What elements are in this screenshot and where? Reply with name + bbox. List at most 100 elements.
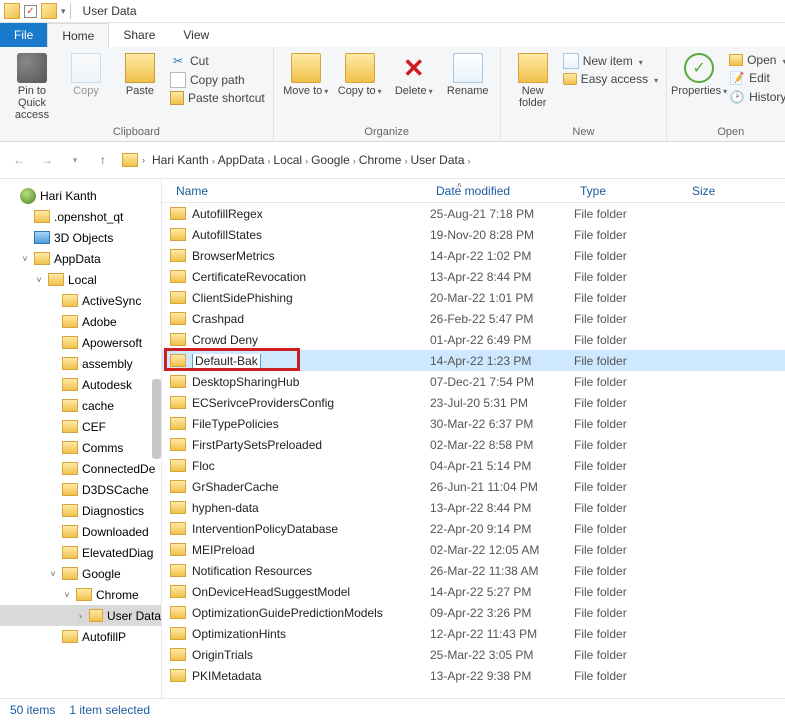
- tree-node[interactable]: ElevatedDiag: [0, 542, 161, 563]
- rename-button[interactable]: Rename: [444, 53, 492, 97]
- file-row[interactable]: AutofillStates19-Nov-20 8:28 PMFile fold…: [162, 224, 785, 245]
- tree-node[interactable]: ˅Local: [0, 269, 161, 290]
- tab-file[interactable]: File: [0, 23, 47, 47]
- move-to-button[interactable]: Move to: [282, 53, 330, 97]
- tree-node[interactable]: Autodesk: [0, 374, 161, 395]
- chevron-down-icon[interactable]: ˅: [34, 275, 44, 285]
- file-row[interactable]: ClientSidePhishing20-Mar-22 1:01 PMFile …: [162, 287, 785, 308]
- properties-button[interactable]: ✓ Properties: [675, 53, 723, 97]
- qat-folder-icon[interactable]: [41, 3, 57, 19]
- tree-node[interactable]: 3D Objects: [0, 227, 161, 248]
- file-name: MEIPreload: [192, 543, 430, 557]
- tree-scrollbar[interactable]: [152, 379, 161, 459]
- file-row[interactable]: AutofillRegex25-Aug-21 7:18 PMFile folde…: [162, 203, 785, 224]
- chevron-right-icon[interactable]: ›: [76, 611, 85, 621]
- tree-node[interactable]: CEF: [0, 416, 161, 437]
- file-row[interactable]: FileTypePolicies30-Mar-22 6:37 PMFile fo…: [162, 413, 785, 434]
- tree-node[interactable]: ˅AppData: [0, 248, 161, 269]
- col-name[interactable]: Name: [170, 184, 430, 198]
- file-row[interactable]: MEIPreload02-Mar-22 12:05 AMFile folder: [162, 539, 785, 560]
- easy-access-button[interactable]: Easy access: [563, 72, 658, 86]
- pin-quick-access-button[interactable]: Pin to Quick access: [8, 53, 56, 121]
- tree-node[interactable]: ConnectedDe: [0, 458, 161, 479]
- delete-button[interactable]: ✕ Delete: [390, 53, 438, 97]
- tab-home[interactable]: Home: [47, 23, 109, 47]
- nav-back-button[interactable]: ←: [10, 151, 28, 169]
- breadcrumb-item[interactable]: Local: [270, 151, 305, 169]
- new-item-button[interactable]: New item: [563, 53, 658, 69]
- file-row[interactable]: OriginTrials25-Mar-22 3:05 PMFile folder: [162, 644, 785, 665]
- file-name: OnDeviceHeadSuggestModel: [192, 585, 430, 599]
- tree-node[interactable]: Apowersoft: [0, 332, 161, 353]
- nav-recent-button[interactable]: ▾: [66, 151, 84, 169]
- chevron-down-icon[interactable]: ˅: [20, 254, 30, 264]
- paste-button[interactable]: Paste: [116, 53, 164, 97]
- tab-view[interactable]: View: [169, 23, 223, 47]
- chevron-right-icon[interactable]: ›: [468, 156, 471, 166]
- open-button[interactable]: Open: [729, 53, 785, 67]
- file-row[interactable]: BrowserMetrics14-Apr-22 1:02 PMFile fold…: [162, 245, 785, 266]
- file-row[interactable]: hyphen-data13-Apr-22 8:44 PMFile folder: [162, 497, 785, 518]
- tree-node[interactable]: D3DSCache: [0, 479, 161, 500]
- breadcrumb-item[interactable]: User Data: [407, 151, 467, 169]
- tree-node[interactable]: › User Data: [0, 605, 161, 626]
- tree-node[interactable]: Hari Kanth: [0, 185, 161, 206]
- history-button[interactable]: 🕑History: [729, 89, 785, 105]
- column-headers[interactable]: ˄ Name Date modified Type Size: [162, 179, 785, 203]
- tree-node[interactable]: AutofillP: [0, 626, 161, 647]
- copy-to-button[interactable]: Copy to: [336, 53, 384, 97]
- file-row[interactable]: Crowd Deny01-Apr-22 6:49 PMFile folder: [162, 329, 785, 350]
- col-size[interactable]: Size: [686, 184, 746, 198]
- tree-node[interactable]: assembly: [0, 353, 161, 374]
- file-row[interactable]: CertificateRevocation13-Apr-22 8:44 PMFi…: [162, 266, 785, 287]
- breadcrumb-item[interactable]: Hari Kanth: [149, 151, 212, 169]
- tree-node-label: User Data: [107, 609, 161, 623]
- tree-node[interactable]: ActiveSync: [0, 290, 161, 311]
- tab-share[interactable]: Share: [109, 23, 169, 47]
- qat-checkbox[interactable]: ✓: [24, 5, 37, 18]
- file-row[interactable]: OptimizationGuidePredictionModels09-Apr-…: [162, 602, 785, 623]
- copy-path-button[interactable]: Copy path: [170, 72, 265, 88]
- properties-icon: ✓: [684, 53, 714, 83]
- file-row[interactable]: Default-Bak14-Apr-22 1:23 PMFile folder: [162, 350, 785, 371]
- copy-button[interactable]: Copy: [62, 53, 110, 97]
- file-row[interactable]: ECSerivceProvidersConfig23-Jul-20 5:31 P…: [162, 392, 785, 413]
- rename-input[interactable]: Default-Bak: [192, 354, 261, 368]
- nav-tree[interactable]: Hari Kanth.openshot_qt3D Objects˅AppData…: [0, 179, 162, 698]
- breadcrumb-item[interactable]: Chrome: [356, 151, 405, 169]
- file-row[interactable]: OptimizationHints12-Apr-22 11:43 PMFile …: [162, 623, 785, 644]
- file-row[interactable]: InterventionPolicyDatabase22-Apr-20 9:14…: [162, 518, 785, 539]
- tree-node[interactable]: Comms: [0, 437, 161, 458]
- breadcrumb-item[interactable]: Google: [308, 151, 353, 169]
- qat-dropdown-icon[interactable]: ▾: [61, 6, 66, 17]
- tree-node[interactable]: Downloaded: [0, 521, 161, 542]
- col-date[interactable]: Date modified: [430, 184, 574, 198]
- edit-button[interactable]: 📝Edit: [729, 70, 785, 86]
- file-row[interactable]: Notification Resources26-Mar-22 11:38 AM…: [162, 560, 785, 581]
- file-row[interactable]: GrShaderCache26-Jun-21 11:04 PMFile fold…: [162, 476, 785, 497]
- file-row[interactable]: FirstPartySetsPreloaded02-Mar-22 8:58 PM…: [162, 434, 785, 455]
- tree-node[interactable]: Diagnostics: [0, 500, 161, 521]
- chevron-down-icon[interactable]: ˅: [48, 569, 58, 579]
- tree-node[interactable]: ˅Chrome: [0, 584, 161, 605]
- tree-node[interactable]: cache: [0, 395, 161, 416]
- paste-shortcut-button[interactable]: Paste shortcut: [170, 91, 265, 105]
- chevron-down-icon[interactable]: ˅: [62, 590, 72, 600]
- tree-node[interactable]: ˅Google: [0, 563, 161, 584]
- new-folder-button[interactable]: New folder: [509, 53, 557, 109]
- tree-node[interactable]: .openshot_qt: [0, 206, 161, 227]
- ribbon: Pin to Quick access Copy Paste ✂Cut Copy…: [0, 47, 785, 142]
- cut-button[interactable]: ✂Cut: [170, 53, 265, 69]
- file-row[interactable]: PKIMetadata13-Apr-22 9:38 PMFile folder: [162, 665, 785, 686]
- file-row[interactable]: Floc04-Apr-21 5:14 PMFile folder: [162, 455, 785, 476]
- file-row[interactable]: OnDeviceHeadSuggestModel14-Apr-22 5:27 P…: [162, 581, 785, 602]
- file-row[interactable]: Crashpad26-Feb-22 5:47 PMFile folder: [162, 308, 785, 329]
- address-bar[interactable]: › Hari Kanth›AppData›Local›Google›Chrome…: [122, 153, 775, 167]
- file-row[interactable]: DesktopSharingHub07-Dec-21 7:54 PMFile f…: [162, 371, 785, 392]
- col-type[interactable]: Type: [574, 184, 686, 198]
- breadcrumb-item[interactable]: AppData: [215, 151, 268, 169]
- nav-up-button[interactable]: ↑: [94, 151, 112, 169]
- tree-node[interactable]: Adobe: [0, 311, 161, 332]
- history-icon: 🕑: [729, 89, 745, 105]
- nav-forward-button[interactable]: →: [38, 151, 56, 169]
